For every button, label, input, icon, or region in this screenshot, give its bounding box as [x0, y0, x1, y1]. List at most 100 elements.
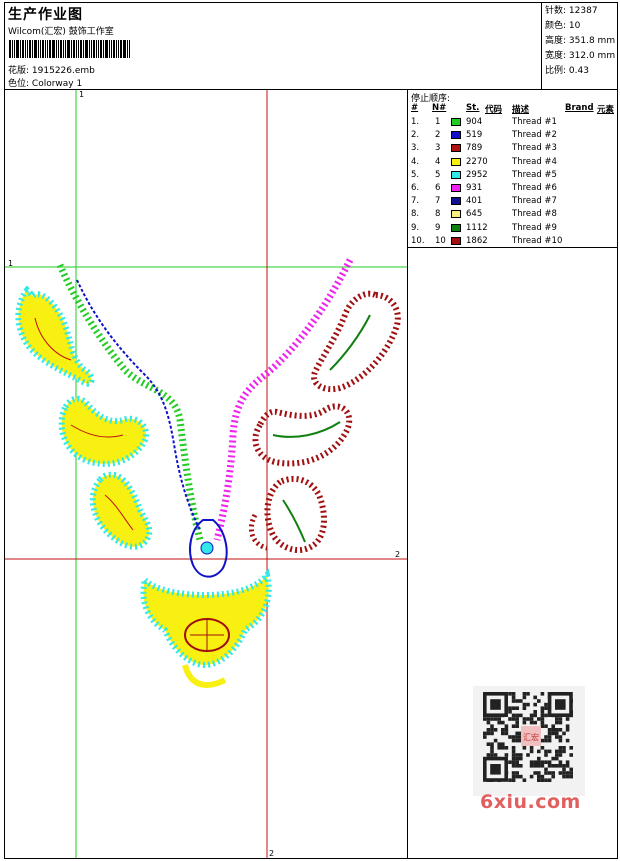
thread-color-swatch [451, 170, 461, 179]
col-code: 代码 [485, 105, 503, 115]
stop-row-no: 2 [435, 130, 441, 141]
qr-code: 汇宏 [473, 686, 585, 796]
colorway: 色位: Colorway 1 [8, 76, 82, 89]
stop-row-desc: Thread #1 [512, 117, 557, 127]
stop-row-stitches: 401 [466, 196, 483, 207]
stop-row-stitches: 1112 [466, 222, 488, 233]
thread-color-swatch [451, 223, 461, 232]
guide-label-v1: 1 [79, 90, 84, 99]
stop-row-no: 7 [435, 196, 441, 207]
neckline-right-magenta [213, 258, 354, 541]
stop-row-desc: Thread #3 [512, 143, 557, 154]
company-name: Wilcom(汇宏) 鼓饰工作室 [8, 27, 114, 37]
sheet-header: 生产作业图 Wilcom(汇宏) 鼓饰工作室 花版: 1915226.emb 色… [5, 3, 542, 90]
stop-row-idx: 1. [411, 117, 420, 127]
guide-label-h1: 1 [8, 259, 13, 268]
stop-row-no: 8 [435, 209, 441, 220]
thread-color-swatch [451, 118, 461, 126]
paisley-right-middle [252, 403, 353, 467]
col-brand: Brand [565, 103, 594, 113]
stop-row-stitches: 645 [466, 209, 483, 220]
svg-text:汇宏: 汇宏 [523, 732, 539, 742]
design-preview: 1 1 2 2 [5, 90, 408, 858]
guide-label-h2: 2 [395, 550, 400, 559]
stop-row-no: 9 [435, 222, 441, 233]
stop-row-stitches: 789 [466, 143, 483, 154]
design-file: 花版: 1915226.emb [8, 63, 95, 76]
thread-color-swatch [451, 197, 461, 206]
stop-row: 6. 6 931 Thread #6 [408, 182, 617, 195]
stop-row-no: 5 [435, 169, 441, 180]
col-element: 元素 [597, 105, 615, 115]
col-idx: # [411, 103, 419, 113]
stop-row-desc: Thread #2 [512, 130, 557, 141]
stop-row-idx: 2. [411, 130, 420, 141]
stats-box: 针数: 12387 颜色: 10 高度: 351.8 mm 宽度: 312.0 … [542, 3, 617, 90]
stop-row: 4. 4 2270 Thread #4 [408, 156, 617, 169]
stop-row-stitches: 1862 [466, 235, 488, 246]
guide-label-v2: 2 [269, 849, 274, 858]
stop-row-stitches: 2952 [466, 169, 488, 180]
stop-row-no: 10 [435, 235, 446, 246]
stop-row-idx: 10. [411, 235, 425, 246]
stop-row-idx: 3. [411, 143, 420, 154]
paisley-left-bottom [89, 471, 153, 550]
stop-sequence-panel: 停止顺序: # N# St. 代码 描述 Brand 元素 1. 1 904 Thre… [408, 90, 617, 248]
production-sheet: 生产作业图 Wilcom(汇宏) 鼓饰工作室 花版: 1915226.emb 色… [4, 2, 618, 859]
colorway-label: 色位: [8, 79, 30, 89]
barcode [9, 40, 143, 58]
stop-row-desc: Thread #6 [512, 183, 557, 193]
thread-color-swatch [451, 236, 461, 245]
stop-row: 10. 10 1862 Thread #10 [408, 235, 617, 248]
bottom-center-ornament [140, 568, 272, 688]
stat-stitches: 针数: 12387 [545, 6, 598, 16]
stop-row-idx: 7. [411, 196, 420, 207]
stop-row-no: 1 [435, 117, 441, 127]
stop-row-stitches: 931 [466, 183, 483, 193]
stop-row-desc: Thread #7 [512, 196, 557, 207]
stat-scale: 比例: 0.43 [545, 66, 589, 76]
stop-row-desc: Thread #10 [512, 235, 563, 246]
stop-row-no: 4 [435, 156, 441, 167]
stop-row: 7. 7 401 Thread #7 [408, 195, 617, 208]
thread-color-swatch [451, 210, 461, 219]
stop-row-desc: Thread #9 [512, 222, 557, 233]
stop-row-desc: Thread #4 [512, 156, 557, 167]
stat-height: 高度: 351.8 mm [545, 36, 616, 46]
stop-row-idx: 9. [411, 222, 420, 233]
thread-color-swatch [451, 184, 461, 192]
design-preview-svg: 1 1 2 2 [5, 90, 407, 858]
col-no: N# [432, 103, 447, 113]
stop-row-idx: 6. [411, 183, 420, 193]
paisley-left-middle [58, 395, 149, 467]
paisley-right-top [311, 290, 401, 393]
stop-row: 8. 8 645 Thread #8 [408, 208, 617, 221]
stat-width: 宽度: 312.0 mm [545, 51, 616, 61]
stop-row: 5. 5 2952 Thread #5 [408, 169, 617, 182]
stop-row-desc: Thread #8 [512, 209, 557, 220]
stop-row: 2. 2 519 Thread #2 [408, 129, 617, 142]
stop-row-idx: 4. [411, 156, 420, 167]
stop-row: 3. 3 789 Thread #3 [408, 142, 617, 155]
thread-color-swatch [451, 131, 461, 140]
stat-colors: 颜色: 10 [545, 21, 581, 31]
colorway-value: Colorway 1 [31, 79, 83, 89]
stop-sequence-header: # N# St. 代码 描述 Brand 元素 [408, 103, 617, 115]
watermark: 6xiu.com [480, 791, 581, 813]
design-label: 花版: [8, 66, 30, 76]
paisley-right-bottom [249, 475, 327, 553]
stop-row-stitches: 519 [466, 130, 483, 141]
stop-row-stitches: 904 [466, 117, 483, 127]
stop-row-idx: 8. [411, 209, 420, 220]
design-value: 1915226.emb [31, 66, 95, 76]
col-st: St. [466, 103, 480, 113]
stop-row-desc: Thread #5 [512, 169, 557, 180]
sheet-title: 生产作业图 [8, 7, 83, 23]
paisley-left-top [15, 285, 95, 387]
thread-color-swatch [451, 144, 461, 153]
thread-color-swatch [451, 157, 461, 166]
stop-row-no: 3 [435, 143, 441, 154]
stop-row-no: 6 [435, 183, 441, 193]
stop-row-stitches: 2270 [466, 156, 488, 167]
stop-row: 1. 1 904 Thread #1 [408, 116, 617, 129]
